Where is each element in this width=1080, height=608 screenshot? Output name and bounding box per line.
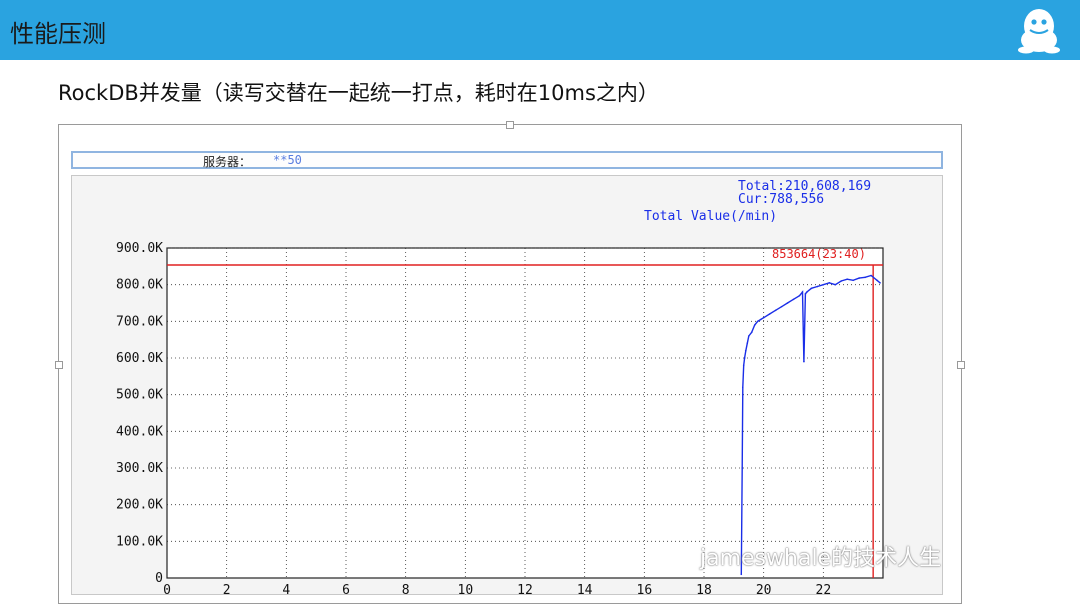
data-point xyxy=(786,302,789,304)
data-point xyxy=(858,277,860,279)
data-point xyxy=(876,279,878,282)
data-point xyxy=(740,573,743,576)
slide-subtitle: RockDB并发量（读写交替在一起统一打点，耗时在10ms之内） xyxy=(58,81,659,105)
y-tick-label: 200.0K xyxy=(116,498,163,513)
x-tick-label: 14 xyxy=(577,583,593,594)
x-tick-label: 8 xyxy=(402,583,410,594)
server-value: **50 xyxy=(273,153,302,167)
x-tick-label: 10 xyxy=(458,583,474,594)
data-point xyxy=(792,298,795,301)
data-point xyxy=(864,276,866,279)
data-point xyxy=(801,291,804,293)
data-point xyxy=(806,291,808,293)
chart-area: 0 100.0K 200.0K 300.0K 400.0K 500.0K 600.0K 700… xyxy=(71,175,943,598)
x-tick-label: 18 xyxy=(696,583,712,594)
y-tick-label: 0 xyxy=(155,571,163,586)
slide-title: 性能压测 xyxy=(10,20,106,48)
resize-handle-top[interactable] xyxy=(506,121,514,129)
data-point xyxy=(780,305,783,308)
watermark-text: jameswhale的技术人生 xyxy=(700,546,942,571)
x-tick-label: 20 xyxy=(756,583,772,594)
data-point xyxy=(747,335,750,337)
y-tick-label: 100.0K xyxy=(116,534,163,549)
x-tick-label: 4 xyxy=(282,583,290,594)
peak-annotation: 853664(23:40) xyxy=(772,247,866,261)
data-point xyxy=(746,342,749,345)
data-point xyxy=(741,467,743,469)
data-point xyxy=(810,287,813,290)
data-point xyxy=(852,279,854,282)
chart-image-frame: 服务器： **50 0 100.0K 200.0K 300.0K 400.0K 500.0… xyxy=(55,121,965,604)
cur-text: Cur:788,556 xyxy=(738,192,824,207)
data-point xyxy=(804,293,807,295)
value-label: Total Value(/min) xyxy=(644,209,777,224)
data-point xyxy=(768,313,771,315)
data-point xyxy=(753,324,756,326)
data-point xyxy=(822,283,825,286)
data-point xyxy=(744,349,747,352)
x-tick-label: 2 xyxy=(223,583,231,594)
data-point xyxy=(762,316,765,319)
data-point xyxy=(879,282,881,284)
resize-handle-right[interactable] xyxy=(957,361,965,369)
data-point xyxy=(816,285,819,288)
chart-info-bar: 服务器： **50 xyxy=(71,151,943,169)
data-point xyxy=(870,274,872,277)
data-point xyxy=(741,386,744,389)
data-point xyxy=(743,357,746,359)
x-tick-label: 6 xyxy=(342,583,350,594)
y-tick-label: 800.0K xyxy=(116,278,163,293)
data-point xyxy=(840,280,843,282)
server-label: 服务器： xyxy=(203,155,252,169)
data-point xyxy=(742,364,745,367)
y-tick-label: 900.0K xyxy=(116,241,163,256)
data-point xyxy=(803,360,805,363)
resize-handle-left[interactable] xyxy=(55,361,63,369)
data-point xyxy=(798,294,801,297)
x-tick-label: 22 xyxy=(816,583,832,594)
y-tick-label: 700.0K xyxy=(116,314,163,329)
y-tick-label: 300.0K xyxy=(116,461,163,476)
x-tick-label: 12 xyxy=(517,583,533,594)
data-point xyxy=(759,318,762,321)
data-point xyxy=(828,282,831,284)
x-tick-label: 16 xyxy=(637,583,653,594)
x-tick-label: 0 xyxy=(163,583,171,594)
data-point xyxy=(756,320,759,323)
y-tick-label: 600.0K xyxy=(116,351,163,366)
data-point xyxy=(750,331,753,334)
data-point xyxy=(834,283,837,286)
y-tick-label: 400.0K xyxy=(116,424,163,439)
line-chart: 0 100.0K 200.0K 300.0K 400.0K 500.0K 600.0K 700… xyxy=(116,179,884,598)
data-point xyxy=(774,309,777,312)
data-point xyxy=(846,278,848,280)
slide-header: 性能压测 xyxy=(0,0,1080,60)
penguin-icon xyxy=(1018,9,1060,54)
y-tick-label: 500.0K xyxy=(116,388,163,403)
